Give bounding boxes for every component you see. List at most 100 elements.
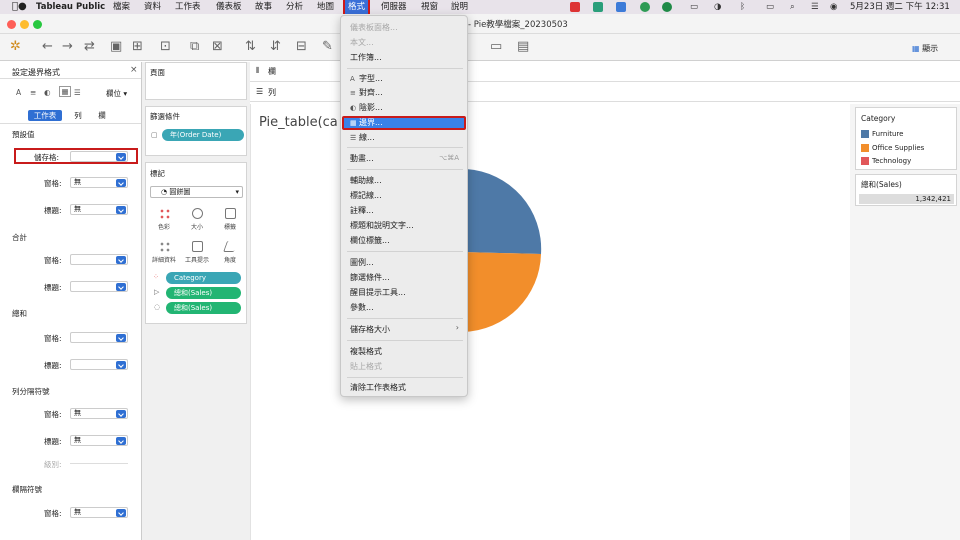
legend-item[interactable]: Technology [872,157,911,165]
new-sheet-icon[interactable]: ⊡ [160,40,171,54]
menu-item-workbook[interactable]: 工作簿... [350,52,382,63]
menu-item-field-labels[interactable]: 欄位標籤... [350,235,390,246]
app-status-icon[interactable] [640,2,650,12]
menu-item-titles-captions[interactable]: 標題和說明文字... [350,220,414,231]
tab-columns[interactable]: 欄 [92,110,112,121]
menu-item-lines[interactable]: ☰ 線... [350,132,375,143]
app-status-icon[interactable] [662,2,672,12]
clear-sheet-icon[interactable]: ⊠ [212,40,223,54]
menu-item-animations[interactable]: 動畫... [350,153,374,164]
record-icon[interactable] [570,2,580,12]
tooltip-button[interactable]: 工具提示 [182,238,212,266]
menu-item-font[interactable]: A 字型... [350,73,383,84]
menu-format[interactable]: 格式 [342,0,371,16]
zoom-window-button[interactable] [33,20,42,29]
menu-item-alignment[interactable]: ≡ 對齊... [350,87,383,98]
back-icon[interactable]: ← [42,40,53,54]
presentation-icon[interactable]: ▤ [517,40,529,54]
menu-data[interactable]: 資料 [144,0,161,14]
row-divider-header-select[interactable]: 無 [70,435,128,446]
app-menu[interactable]: Tableau Public [36,0,105,14]
total-header-select[interactable] [70,281,128,292]
pie-slice-furniture[interactable] [461,169,542,254]
new-data-icon[interactable]: ⊞ [132,40,143,54]
row-divider-pane-select[interactable]: 無 [70,408,128,419]
color-legend[interactable]: Category Furniture Office Supplies Techn… [855,107,957,170]
menu-item-borders[interactable]: ▦ 邊界... [350,117,383,128]
forward-icon[interactable]: → [62,40,73,54]
group-icon[interactable]: ⊟ [296,40,307,54]
fields-dropdown[interactable]: 欄位 ▾ [106,88,127,99]
size-button[interactable]: 大小 [182,205,212,233]
lines-icon[interactable]: ☰ [74,88,81,97]
status-icon[interactable]: ◑ [714,0,721,14]
save-icon[interactable]: ▣ [110,40,122,54]
menu-dashboard[interactable]: 儀表板 [216,0,242,14]
tab-sheet[interactable]: 工作表 [28,110,62,121]
level-slider[interactable] [70,463,128,464]
swap-icon[interactable]: ⇅ [245,40,256,54]
search-icon[interactable]: ⌕ [790,0,795,14]
tableau-logo-icon[interactable]: ✲ [10,40,21,54]
shading-icon[interactable]: ◐ [44,88,51,97]
pane-border-select[interactable]: 無 [70,177,128,188]
label-button[interactable]: 標籤 [215,205,245,233]
marks-pill-category[interactable]: Category [166,272,241,284]
menu-item-copy-formatting[interactable]: 複製格式 [350,346,382,357]
battery-icon[interactable]: ▭ [766,0,774,14]
menu-story[interactable]: 故事 [255,0,272,14]
grand-total-pane-select[interactable] [70,332,128,343]
detail-button[interactable]: 詳細資料 [149,238,179,266]
legend-item[interactable]: Office Supplies [872,144,924,152]
legend-item[interactable]: Furniture [872,130,903,138]
close-icon[interactable]: × [130,65,138,75]
menu-analysis[interactable]: 分析 [286,0,303,14]
mark-type-select[interactable]: ◔ 圓餅圖 ▾ [150,186,243,198]
control-center-icon[interactable]: ☰ [811,0,819,14]
menu-item-shading[interactable]: ◐ 陰影... [350,102,383,113]
menu-worksheet[interactable]: 工作表 [175,0,201,14]
sort-icon[interactable]: ⇵ [270,40,281,54]
pages-card[interactable]: 頁面 [145,62,247,100]
app-status-icon[interactable] [593,2,603,12]
angle-button[interactable]: 角度 [215,238,245,266]
align-icon[interactable]: ≡ [30,88,36,97]
filters-card[interactable]: 篩選條件 ▢ 年(Order Date) [145,106,247,156]
close-window-button[interactable] [7,20,16,29]
menu-item-legends[interactable]: 圖例... [350,257,374,268]
header-border-select[interactable]: 無 [70,204,128,215]
borders-icon[interactable]: ▦ [59,86,71,97]
total-pane-select[interactable] [70,254,128,265]
clock[interactable]: 5月23日 週二 下午 12:31 [850,0,950,14]
show-me-button[interactable]: ▦ 顯示 [912,43,938,54]
pie-slice-office-supplies[interactable] [461,252,541,332]
menu-item-filters[interactable]: 篩選條件... [350,272,390,283]
menu-item-cell-size[interactable]: 儲存格大小 [350,324,390,335]
app-status-icon[interactable] [616,2,626,12]
status-icon[interactable]: ▭ [690,0,698,14]
menu-map[interactable]: 地圖 [317,0,334,14]
font-icon[interactable]: A [16,88,21,97]
menu-file[interactable]: 檔案 [113,0,130,14]
color-button[interactable]: 色彩 [149,205,179,233]
menu-window[interactable]: 視窗 [421,0,438,14]
data-source-icon[interactable]: ⇄ [84,40,95,54]
tab-rows[interactable]: 列 [68,110,88,121]
cell-border-select[interactable] [70,151,128,162]
menu-item-drop-lines[interactable]: 標記線... [350,190,382,201]
menu-item-reference-lines[interactable]: 輔助線... [350,175,382,186]
bluetooth-icon[interactable]: ᛒ [740,0,745,14]
column-divider-pane-select[interactable]: 無 [70,507,128,518]
menu-item-clear-sheet-format[interactable]: 清除工作表格式 [350,382,406,393]
grand-total-header-select[interactable] [70,359,128,370]
apple-icon[interactable]: ● [12,0,27,14]
menu-item-highlighters[interactable]: 醒目提示工具... [350,287,406,298]
menu-item-annotations[interactable]: 註釋... [350,205,374,216]
menu-server[interactable]: 伺服器 [381,0,407,14]
highlight-icon[interactable]: ✎ [322,40,333,54]
duplicate-sheet-icon[interactable]: ⧉ [190,40,199,54]
marks-pill-size[interactable]: 總和(Sales) [166,302,241,314]
menu-help[interactable]: 說明 [451,0,468,14]
minimize-window-button[interactable] [20,20,29,29]
menu-item-parameters[interactable]: 參數... [350,302,374,313]
